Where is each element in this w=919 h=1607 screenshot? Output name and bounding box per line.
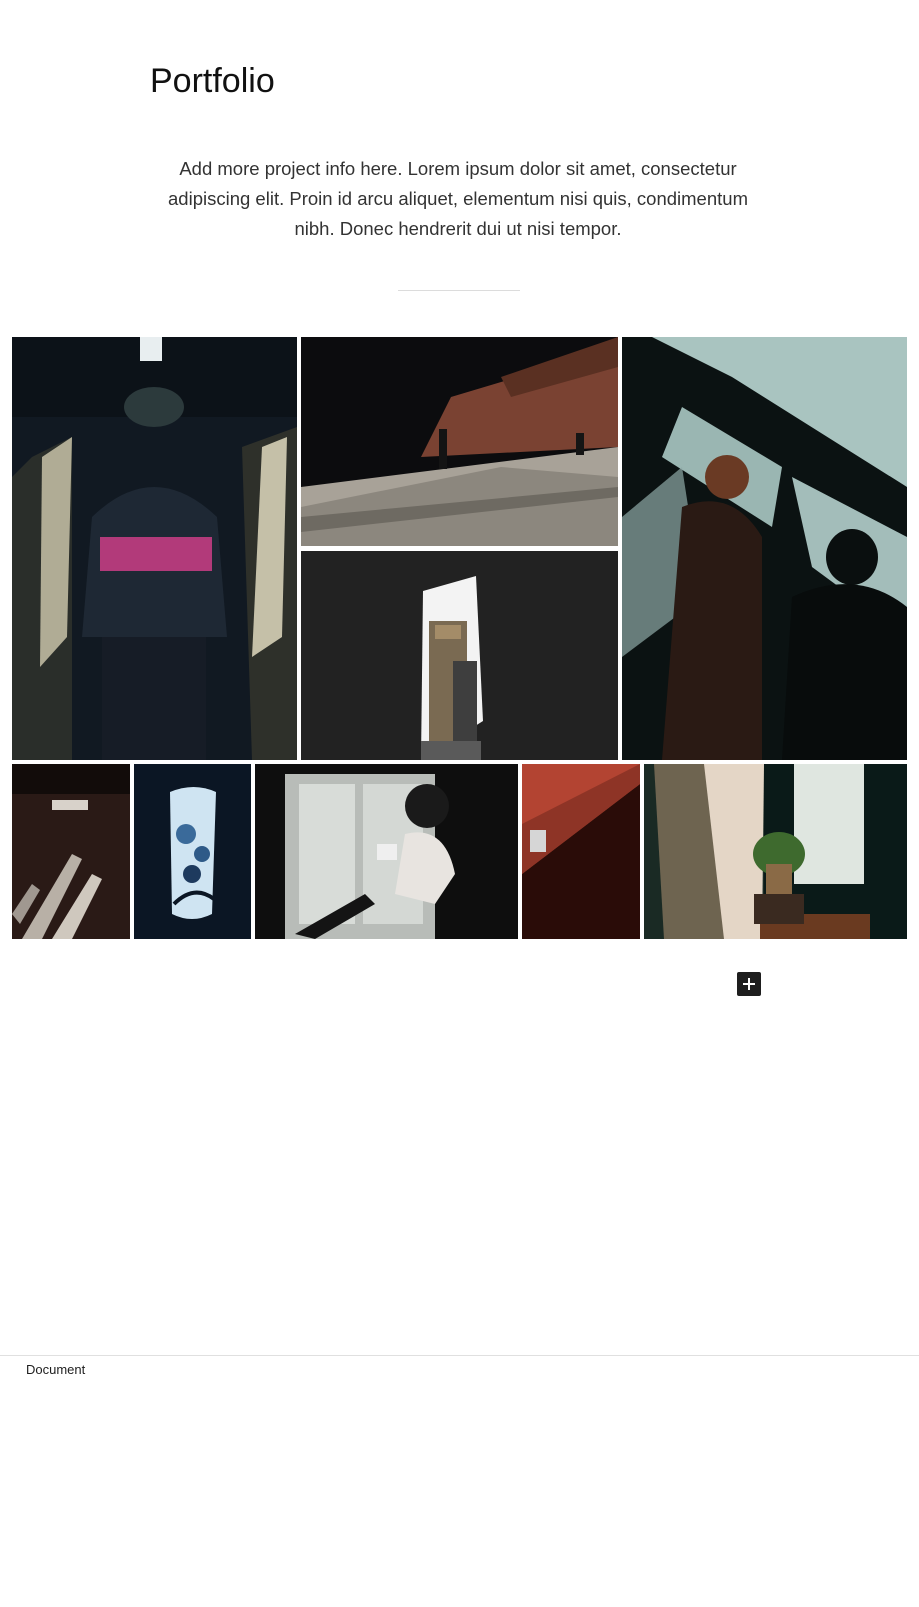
breadcrumb-document[interactable]: Document [26, 1362, 85, 1377]
gallery-image-person-window-shadows[interactable] [622, 337, 907, 760]
gallery-image-backlit-plant-panel[interactable] [134, 764, 251, 939]
gallery-image-tower-through-opening[interactable] [301, 551, 618, 760]
project-info-paragraph[interactable]: Add more project info here. Lorem ipsum … [150, 154, 766, 244]
gallery-image-person-hooded-jacket[interactable] [12, 337, 297, 760]
plus-icon [743, 978, 755, 990]
editor-footer: Document [0, 1355, 919, 1386]
gallery-image-red-wall-lamp[interactable] [522, 764, 640, 939]
page-title: Portfolio [150, 62, 275, 100]
add-block-button[interactable] [737, 972, 761, 996]
gallery-image-woman-reading-window[interactable] [255, 764, 518, 939]
gallery-image-pedestrian-brick-shadow[interactable] [301, 337, 618, 546]
gallery-image-curtain-potted-plant[interactable] [644, 764, 907, 939]
gallery-image-hallway-light[interactable] [12, 764, 130, 939]
separator [398, 290, 520, 291]
